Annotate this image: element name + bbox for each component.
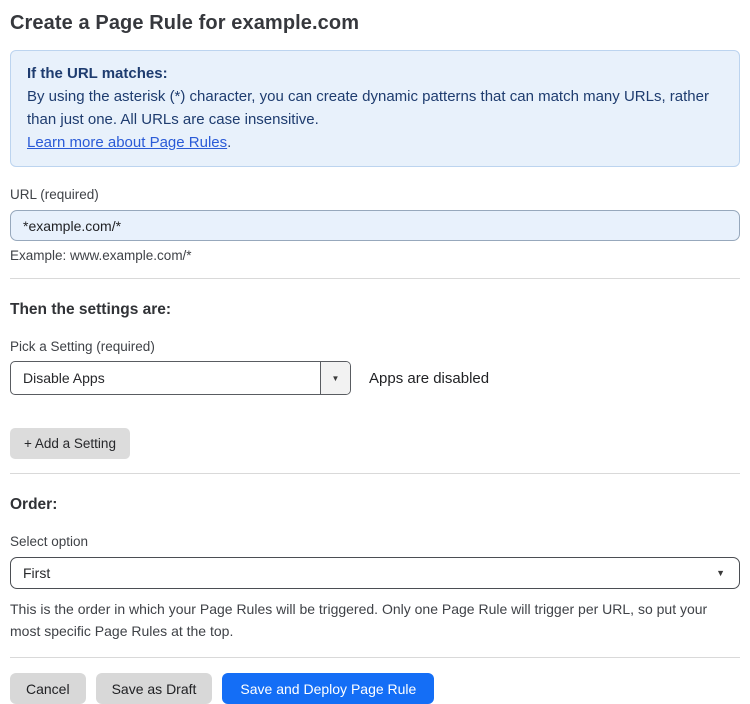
setting-row: Disable Apps ▼ Apps are disabled (10, 361, 740, 395)
divider (10, 657, 740, 658)
order-select-value: First (23, 565, 51, 581)
order-select[interactable]: First ▼ (10, 557, 740, 589)
info-box-body: By using the asterisk (*) character, you… (27, 88, 709, 128)
divider (10, 473, 740, 474)
url-field-label: URL (required) (10, 187, 99, 202)
learn-more-link[interactable]: Learn more about Page Rules (27, 134, 227, 151)
setting-status-text: Apps are disabled (369, 369, 490, 387)
page-title: Create a Page Rule for example.com (10, 12, 360, 34)
url-matches-info-box: If the URL matches: By using the asteris… (10, 50, 740, 167)
order-section-heading: Order: (10, 496, 58, 513)
chevron-down-icon: ▼ (716, 568, 725, 578)
pick-setting-label: Pick a Setting (required) (10, 339, 155, 354)
setting-dropdown[interactable]: Disable Apps ▼ (10, 361, 351, 395)
info-box-heading: If the URL matches: (27, 65, 168, 82)
add-setting-button[interactable]: + Add a Setting (10, 428, 130, 459)
url-input[interactable] (10, 210, 740, 241)
create-page-rule-form: Create a Page Rule for example.com If th… (0, 12, 750, 704)
url-example-text: Example: www.example.com/* (10, 248, 192, 263)
setting-dropdown-arrow-button[interactable]: ▼ (320, 362, 350, 394)
info-link-line: Learn more about Page Rules. (27, 131, 723, 154)
settings-section-heading: Then the settings are: (10, 301, 172, 318)
chevron-down-icon: ▼ (331, 373, 340, 383)
order-help-text: This is the order in which your Page Rul… (10, 601, 708, 639)
divider (10, 278, 740, 279)
order-select-label: Select option (10, 534, 89, 549)
link-suffix: . (227, 134, 232, 151)
setting-dropdown-value: Disable Apps (23, 370, 105, 386)
